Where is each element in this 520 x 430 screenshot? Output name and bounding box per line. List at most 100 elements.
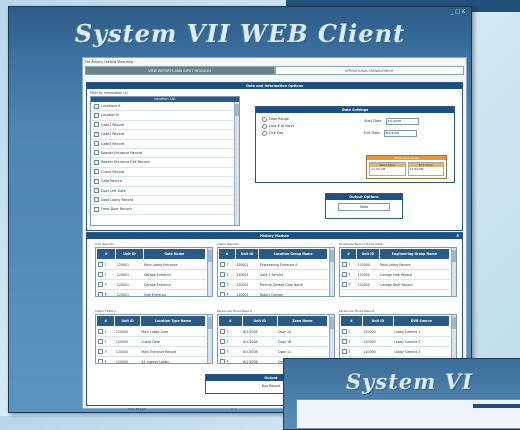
checkbox-icon[interactable] — [219, 262, 225, 267]
location-item[interactable]: Location B — [91, 111, 239, 121]
date-option-last-days[interactable]: Last # of Days — [256, 123, 454, 130]
table-header[interactable]: Unit ID — [241, 315, 278, 327]
table-header[interactable]: Gate Name — [142, 248, 206, 260]
location-item[interactable]: Gate1 Record — [91, 121, 239, 131]
checkbox-icon[interactable] — [341, 339, 347, 344]
menu-bar[interactable]: File Actions Options View Help — [85, 60, 133, 64]
checkbox-icon[interactable] — [94, 206, 99, 212]
table-header[interactable]: Engineering Group Name — [378, 248, 451, 260]
location-list[interactable]: Location List Locations A Location B Gate1… — [90, 96, 240, 226]
checkbox-icon[interactable] — [219, 349, 225, 354]
table-header[interactable]: # — [96, 248, 117, 260]
checkbox-icon[interactable] — [341, 349, 347, 354]
location-item[interactable]: Gate Record — [91, 177, 239, 187]
checkbox-icon[interactable] — [219, 329, 225, 334]
location-item[interactable]: Front Door Record — [91, 205, 239, 215]
table-row[interactable]: 2 120000 Lobby Camera 2 — [340, 336, 450, 347]
location-item[interactable]: Door Left Gate — [91, 187, 239, 196]
table-row[interactable]: 2 8/1/2008 Door 1B — [218, 336, 328, 347]
table-header[interactable]: Location Type Name — [139, 315, 207, 327]
checkbox-icon[interactable] — [94, 150, 99, 156]
pager-arrows[interactable]: < > — [231, 407, 237, 411]
checkbox-icon[interactable] — [219, 339, 225, 344]
start-date-input[interactable]: 8/1/2008 — [385, 117, 419, 125]
checkbox-icon[interactable] — [341, 272, 347, 277]
location-item[interactable]: Gate2 Record — [91, 130, 239, 140]
checkbox-icon[interactable] — [94, 169, 99, 175]
table-scrollbar[interactable] — [451, 248, 456, 296]
location-item[interactable]: Gate3 Record — [91, 140, 239, 149]
table-row[interactable]: 3 120001 Garage Entrance — [96, 279, 206, 290]
checkbox-icon[interactable] — [94, 178, 99, 184]
table-row[interactable]: 1 120000 Main Lobby Gate — [96, 326, 206, 337]
checkbox-icon[interactable] — [97, 359, 103, 363]
date-option-range[interactable]: Date Range — [256, 116, 454, 123]
table-scrollbar[interactable] — [451, 315, 456, 363]
collapse-icon[interactable]: ▲ — [456, 233, 459, 237]
table-row[interactable]: 2 120000 Garage Side Record — [340, 269, 450, 280]
table-scrollbar[interactable] — [207, 315, 212, 363]
checkbox-icon[interactable] — [219, 359, 225, 363]
checkbox-icon[interactable] — [94, 197, 99, 203]
table-header[interactable]: DVR Source — [392, 315, 451, 327]
table-scrollbar[interactable] — [329, 315, 334, 363]
location-item[interactable]: Reader Entrance Exit Record — [91, 158, 239, 168]
table-row[interactable]: 3 120000 Garage Door Record — [340, 279, 450, 290]
date-option-one-day[interactable]: One Day — [256, 130, 454, 137]
table-row[interactable]: 3 120000 Lobby Camera 3 — [340, 346, 450, 357]
checkbox-icon[interactable] — [94, 159, 99, 165]
table-header[interactable]: Unit ID — [234, 248, 260, 260]
table-row[interactable]: 1 120001 Engineering Entrance A — [218, 259, 328, 270]
checkbox-icon[interactable] — [219, 292, 225, 296]
location-list-scrollbar[interactable] — [234, 102, 239, 225]
checkbox-icon[interactable] — [94, 112, 99, 118]
checkbox-icon[interactable] — [97, 262, 103, 267]
end-date-input[interactable]: 8/1/2008 — [383, 129, 417, 137]
checkbox-icon[interactable] — [219, 282, 225, 287]
output-select[interactable]: Table — [338, 203, 390, 211]
table-row[interactable]: 4 120001 Rotary Garage — [218, 289, 328, 296]
location-item[interactable]: Reader Entrance Record — [91, 149, 239, 159]
table-header[interactable]: # — [340, 315, 363, 327]
table-scrollbar[interactable] — [329, 248, 334, 296]
table-row[interactable]: 1 8/1/2008 Door 1A — [218, 326, 328, 337]
table-header[interactable]: Unit ID — [356, 248, 380, 260]
table-row[interactable]: 3 120000 Main Entrance Record — [96, 346, 206, 357]
checkbox-icon[interactable] — [219, 272, 225, 277]
table-row[interactable]: 2 120001 Gate 1 Service — [218, 269, 328, 280]
checkbox-icon[interactable] — [94, 103, 99, 109]
table-header[interactable]: # — [218, 315, 243, 327]
table-row[interactable]: 2 120000 Guard Gate — [96, 336, 206, 347]
shift-start-value[interactable] — [370, 171, 405, 175]
table-row[interactable]: 1 120000 Main Lobby Record — [340, 259, 450, 270]
checkbox-icon[interactable] — [94, 141, 99, 147]
checkbox-icon[interactable] — [97, 329, 103, 334]
table-header[interactable]: Unit ID — [115, 248, 144, 260]
location-item[interactable]: Door Lobby Record — [91, 196, 239, 206]
checkbox-icon[interactable] — [97, 292, 103, 296]
table-row[interactable]: 3 120001 Parking Garage Gate North — [218, 279, 328, 290]
table-header[interactable]: Unit ID — [362, 315, 394, 327]
checkbox-icon[interactable] — [94, 131, 99, 137]
location-item[interactable]: Locations A — [91, 102, 239, 112]
checkbox-icon[interactable] — [341, 262, 347, 267]
table-row[interactable]: 4 120000 A1 Interior Lobby — [96, 356, 206, 363]
table-scrollbar[interactable] — [207, 248, 212, 296]
pager-prev[interactable]: Prev Report — [128, 407, 145, 411]
table-header[interactable]: # — [218, 248, 236, 260]
shift-end-value[interactable] — [409, 171, 444, 175]
table-header[interactable]: # — [340, 248, 358, 260]
table-header[interactable]: Unit ID — [114, 315, 141, 327]
checkbox-icon[interactable] — [341, 282, 347, 287]
table-row[interactable]: 1 120000 Lobby Camera 1 — [340, 326, 450, 337]
checkbox-icon[interactable] — [341, 329, 347, 334]
checkbox-icon[interactable] — [97, 339, 103, 344]
table-header[interactable]: # — [96, 315, 116, 327]
checkbox-icon[interactable] — [94, 188, 99, 194]
table-row[interactable]: 4 120001 Side Entrance — [96, 289, 206, 296]
checkbox-icon[interactable] — [97, 282, 103, 287]
table-row[interactable]: 1 120001 Main Lobby Entrance — [96, 259, 206, 270]
table-header[interactable]: Zone Name — [276, 315, 329, 327]
location-item[interactable]: Guard Record — [91, 168, 239, 178]
checkbox-icon[interactable] — [94, 122, 99, 128]
